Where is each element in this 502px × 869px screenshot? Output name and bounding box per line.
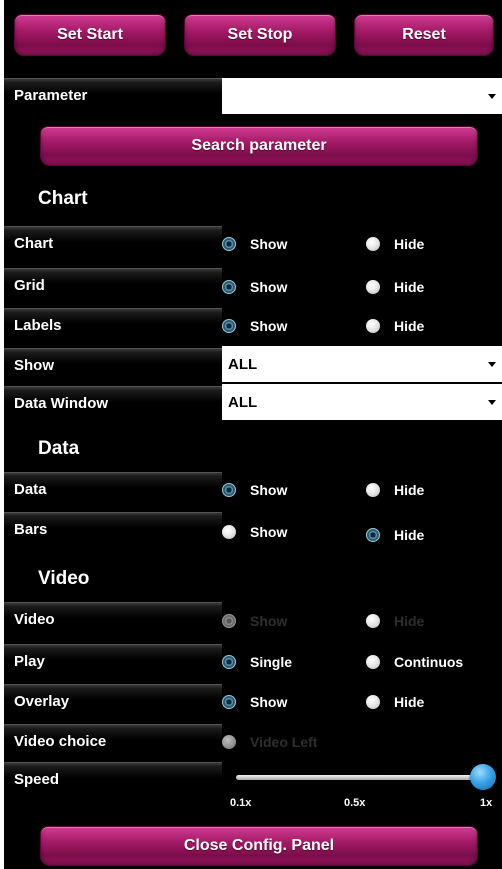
bars-hide-radio[interactable]: Hide — [366, 527, 424, 543]
chart-show-radio[interactable]: Show — [222, 236, 287, 252]
play-continuous-radio[interactable]: Continuos — [366, 654, 463, 670]
radio-disabled-icon — [222, 614, 236, 628]
play-row-label: Play — [4, 644, 222, 678]
data-window-select-value: ALL — [228, 393, 258, 411]
radio-label: Show — [250, 694, 288, 710]
reset-button[interactable]: Reset — [354, 14, 494, 56]
radio-disabled-icon — [222, 735, 236, 749]
overlay-show-radio[interactable]: Show — [222, 694, 287, 710]
radio-selected-icon — [222, 319, 236, 333]
section-title-chart: Chart — [38, 188, 88, 209]
radio-label: Show — [250, 279, 288, 295]
radio-unselected-icon — [366, 483, 380, 497]
radio-label: Hide — [394, 482, 425, 498]
radio-unselected-icon — [366, 655, 380, 669]
speed-slider-thumb[interactable] — [470, 764, 496, 790]
radio-label: Continuos — [394, 654, 464, 670]
data-row-label: Data — [4, 472, 222, 506]
radio-label: Hide — [394, 236, 425, 252]
labels-hide-radio[interactable]: Hide — [366, 318, 424, 334]
video-hide-radio[interactable]: Hide — [366, 613, 424, 629]
radio-unselected-icon — [366, 614, 380, 628]
parameter-label: Parameter — [4, 78, 222, 112]
labels-show-radio[interactable]: Show — [222, 318, 287, 334]
labels-row-label: Labels — [4, 308, 222, 342]
parameter-select[interactable] — [222, 78, 502, 114]
radio-label: Show — [250, 524, 288, 540]
grid-hide-radio[interactable]: Hide — [366, 279, 424, 295]
radio-label: Single — [250, 654, 293, 670]
bars-show-radio[interactable]: Show — [222, 524, 287, 540]
radio-label: Hide — [394, 613, 425, 629]
chart-hide-radio[interactable]: Hide — [366, 236, 424, 252]
video-row-label: Video — [4, 602, 222, 636]
show-select-value: ALL — [228, 355, 258, 373]
chart-row-label: Chart — [4, 226, 222, 260]
data-window-row-label: Data Window — [4, 386, 222, 420]
radio-selected-icon — [222, 237, 236, 251]
grid-show-radio[interactable]: Show — [222, 279, 287, 295]
config-panel: Set Start Set Stop Reset Parameter Searc… — [4, 0, 502, 869]
section-title-data: Data — [38, 438, 80, 459]
radio-unselected-icon — [222, 525, 236, 539]
overlay-row-label: Overlay — [4, 684, 222, 718]
close-config-panel-button[interactable]: Close Config. Panel — [40, 826, 478, 866]
video-choice-radio[interactable]: Video Left — [222, 734, 317, 750]
show-row-label: Show — [4, 348, 222, 382]
radio-label: Hide — [394, 527, 425, 543]
radio-selected-icon — [222, 280, 236, 294]
radio-selected-icon — [222, 695, 236, 709]
data-show-radio[interactable]: Show — [222, 482, 287, 498]
section-title-video: Video — [38, 568, 90, 589]
radio-label: Hide — [394, 279, 425, 295]
speed-row-label: Speed — [4, 762, 222, 796]
chevron-down-icon — [488, 400, 496, 405]
search-parameter-button[interactable]: Search parameter — [40, 126, 478, 166]
radio-label: Show — [250, 482, 288, 498]
radio-unselected-icon — [366, 319, 380, 333]
radio-selected-icon — [366, 528, 380, 542]
radio-unselected-icon — [366, 695, 380, 709]
radio-selected-icon — [222, 655, 236, 669]
radio-unselected-icon — [366, 280, 380, 294]
video-show-radio[interactable]: Show — [222, 613, 287, 629]
radio-unselected-icon — [366, 237, 380, 251]
show-select[interactable]: ALL — [222, 346, 502, 382]
speed-tick-label: 1x — [480, 797, 493, 809]
speed-tick-label: 0.5x — [344, 797, 366, 809]
video-choice-row-label: Video choice — [4, 724, 222, 758]
chevron-down-icon — [488, 94, 496, 99]
play-single-radio[interactable]: Single — [222, 654, 292, 670]
radio-label: Video Left — [250, 734, 318, 750]
radio-label: Hide — [394, 318, 425, 334]
radio-selected-icon — [222, 483, 236, 497]
radio-label: Show — [250, 236, 288, 252]
radio-label: Show — [250, 318, 288, 334]
data-window-select[interactable]: ALL — [222, 384, 502, 420]
bars-row-label: Bars — [4, 512, 222, 546]
speed-slider-track[interactable] — [236, 775, 482, 780]
set-start-button[interactable]: Set Start — [14, 14, 166, 56]
overlay-hide-radio[interactable]: Hide — [366, 694, 424, 710]
chevron-down-icon — [488, 362, 496, 367]
grid-row-label: Grid — [4, 268, 222, 302]
set-stop-button[interactable]: Set Stop — [184, 14, 336, 56]
speed-tick-label: 0.1x — [230, 797, 252, 809]
radio-label: Hide — [394, 694, 425, 710]
data-hide-radio[interactable]: Hide — [366, 482, 424, 498]
radio-label: Show — [250, 613, 288, 629]
